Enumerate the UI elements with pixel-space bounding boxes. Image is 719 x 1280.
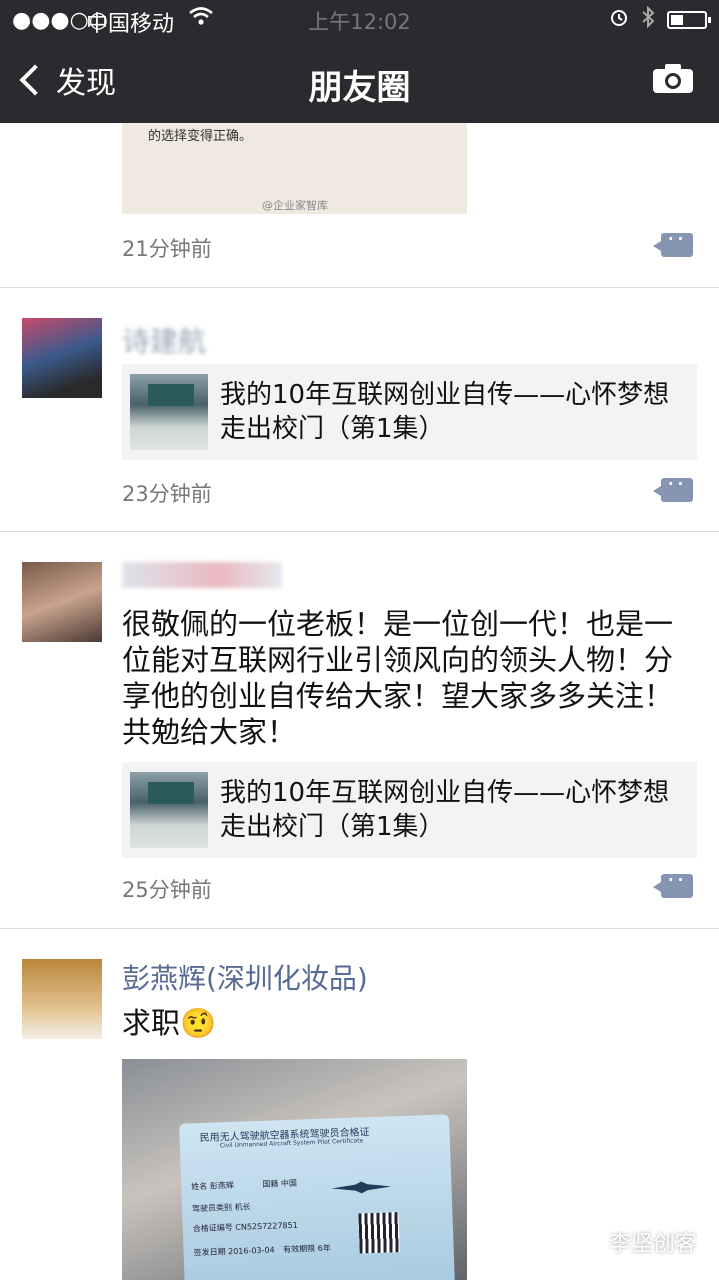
comment-button[interactable] bbox=[653, 225, 693, 257]
post-text: 很敬佩的一位老板！是一位创一代！也是一位能对互联网行业引领风向的领头人物！分享他… bbox=[122, 607, 674, 749]
top-bar: ●●●○○ 中国移动 上午12:02 发现 朋友圈 bbox=[0, 0, 719, 123]
watermark: 李坚创客 bbox=[573, 1226, 697, 1258]
post-time: 25分钟前 bbox=[122, 878, 212, 902]
nav-bar: 发现 朋友圈 bbox=[0, 40, 719, 123]
author-name[interactable] bbox=[122, 562, 282, 588]
status-bar: ●●●○○ 中国移动 上午12:02 bbox=[0, 0, 719, 40]
moment-post: 的选择变得正确。 @企业家智库 21分钟前 bbox=[0, 123, 719, 288]
card-valid-label: 有效期限 bbox=[283, 1244, 316, 1255]
alarm-icon bbox=[609, 7, 629, 33]
camera-button[interactable] bbox=[651, 62, 695, 94]
image-credit: @企业家智库 bbox=[262, 199, 328, 212]
avatar[interactable] bbox=[22, 318, 102, 398]
card-valid: 6年 bbox=[317, 1243, 331, 1254]
comment-button[interactable] bbox=[653, 866, 693, 898]
card-type-label: 驾驶员类别 bbox=[191, 1202, 233, 1214]
image-caption: 的选择变得正确。 bbox=[148, 129, 253, 144]
moments-feed[interactable]: 的选择变得正确。 @企业家智库 21分钟前 诗建航 我的10年互联网创业自传——… bbox=[0, 123, 719, 1280]
link-title: 我的10年互联网创业自传——心怀梦想走出校门（第1集） bbox=[220, 778, 670, 842]
moment-post: 很敬佩的一位老板！是一位创一代！也是一位能对互联网行业引领风向的领头人物！分享他… bbox=[0, 532, 719, 929]
emoji-icon: 🤨 bbox=[180, 1006, 217, 1040]
shared-link-card[interactable]: 我的10年互联网创业自传——心怀梦想走出校门（第1集） bbox=[122, 364, 697, 460]
link-thumbnail bbox=[130, 772, 208, 848]
card-cert: CN52S7227851 bbox=[235, 1220, 298, 1232]
avatar[interactable] bbox=[22, 959, 102, 1039]
card-cert-label: 合格证编号 bbox=[192, 1222, 233, 1234]
card-date-label: 签发日期 bbox=[193, 1247, 226, 1258]
avatar[interactable] bbox=[22, 562, 102, 642]
watermark-text: 李坚创客 bbox=[608, 1232, 697, 1257]
comment-button[interactable] bbox=[653, 470, 693, 502]
pilot-certificate-card: 民用无人驾驶航空器系统驾驶员合格证 Civil Unmanned Aircraf… bbox=[179, 1114, 455, 1280]
post-image[interactable]: 民用无人驾驶航空器系统驾驶员合格证 Civil Unmanned Aircraf… bbox=[122, 1059, 467, 1280]
qr-code-icon bbox=[358, 1212, 400, 1254]
card-name-label: 姓名 bbox=[191, 1181, 208, 1192]
card-nation: 中国 bbox=[280, 1178, 298, 1189]
page-title: 朋友圈 bbox=[308, 68, 411, 108]
author-name[interactable]: 彭燕辉(深圳化妆品) bbox=[122, 957, 368, 997]
wings-emblem-icon bbox=[331, 1178, 392, 1194]
link-title: 我的10年互联网创业自传——心怀梦想走出校门（第1集） bbox=[220, 380, 670, 444]
moment-post: 诗建航 我的10年互联网创业自传——心怀梦想走出校门（第1集） 23分钟前 bbox=[0, 288, 719, 532]
post-time: 21分钟前 bbox=[122, 237, 212, 261]
post-text-body: 求职 bbox=[122, 1006, 181, 1040]
post-image[interactable]: 的选择变得正确。 @企业家智库 bbox=[122, 123, 467, 214]
battery-icon bbox=[667, 11, 711, 29]
card-date: 2016-03-04 bbox=[227, 1245, 275, 1257]
card-nation-label: 国籍 bbox=[262, 1179, 279, 1189]
link-thumbnail bbox=[130, 374, 208, 450]
bluetooth-icon bbox=[641, 5, 655, 34]
card-type: 机长 bbox=[234, 1202, 251, 1212]
status-right-icons bbox=[609, 5, 711, 34]
post-time: 23分钟前 bbox=[122, 482, 212, 506]
post-text: 求职🤨 bbox=[122, 1005, 700, 1041]
author-name[interactable]: 诗建航 bbox=[122, 320, 206, 360]
card-name: 彭燕辉 bbox=[209, 1180, 235, 1191]
wechat-logo-icon bbox=[573, 1228, 603, 1256]
shared-link-card[interactable]: 我的10年互联网创业自传——心怀梦想走出校门（第1集） bbox=[122, 762, 697, 858]
camera-icon bbox=[653, 64, 693, 93]
